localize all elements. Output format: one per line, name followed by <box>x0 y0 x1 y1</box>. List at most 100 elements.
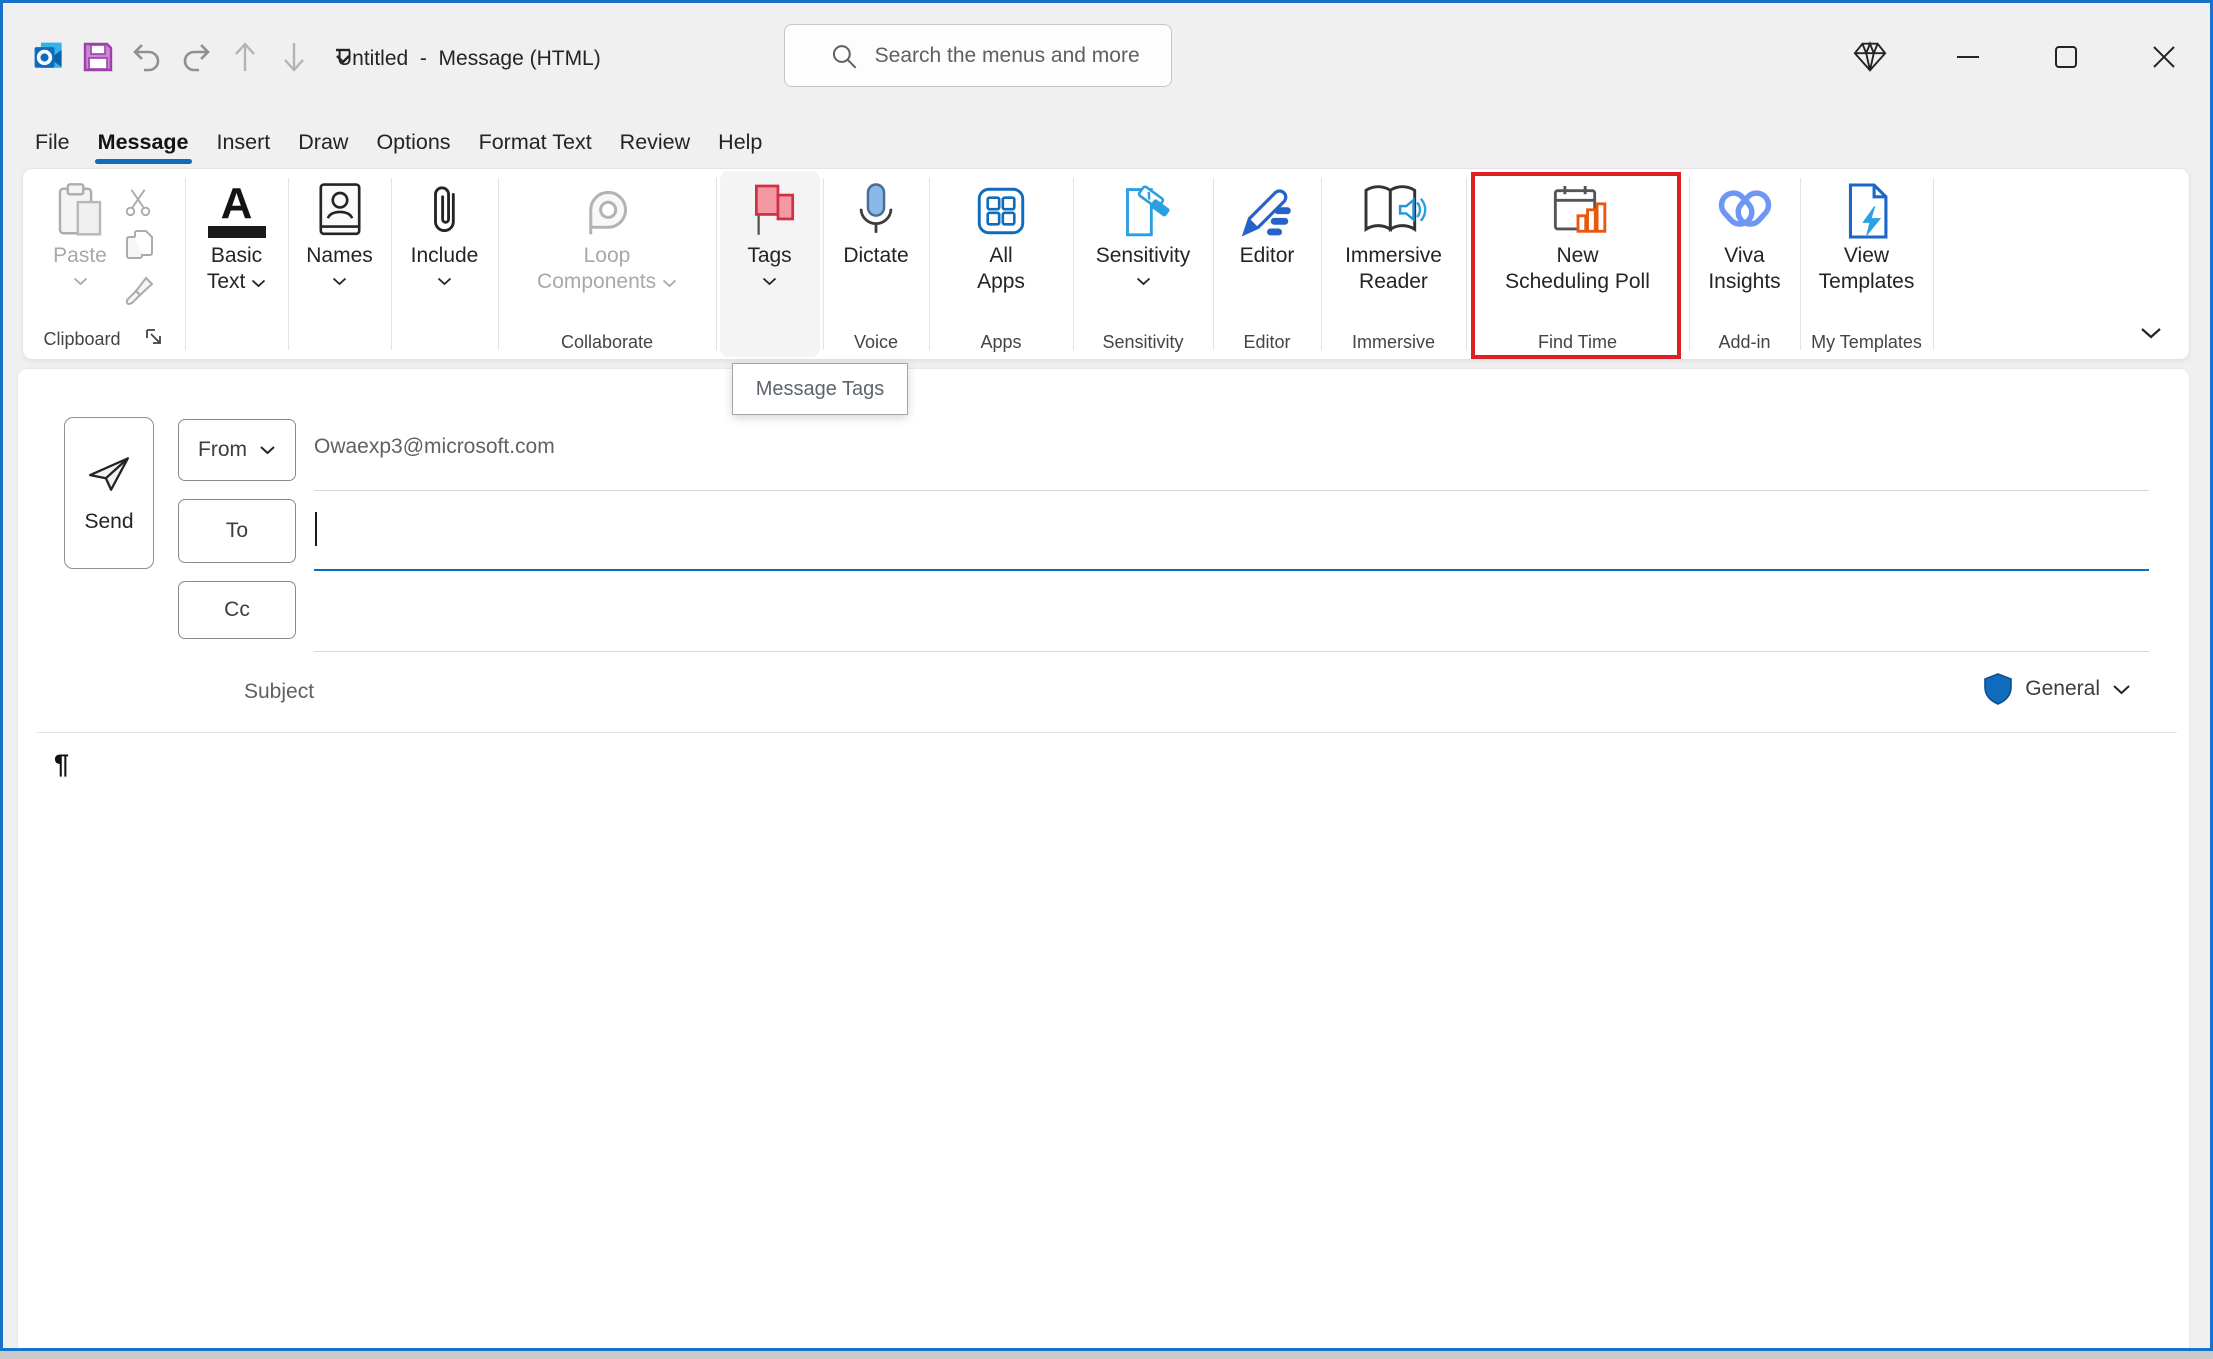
flag-icon <box>754 184 794 235</box>
save-button[interactable] <box>80 37 116 77</box>
search-input[interactable] <box>874 43 1171 68</box>
clipboard-dialog-launcher[interactable] <box>143 326 165 353</box>
my-templates-group-label: My Templates <box>1811 332 1922 352</box>
immersive-reader-icon <box>1364 185 1426 232</box>
sensitivity-button[interactable]: Sensitivity Sensitivity <box>1073 169 1214 359</box>
compose-panel: Send From Owaexp3@microsoft.com To Cc Su… <box>17 368 2190 1348</box>
tab-message[interactable]: Message <box>84 115 203 169</box>
cut-button[interactable] <box>123 187 157 222</box>
ribbon-tabs: File Message Insert Draw Options Format … <box>21 115 776 169</box>
cc-field-underline <box>314 651 2149 652</box>
gem-icon <box>1853 41 1887 72</box>
window-title: Untitled - Message (HTML) <box>337 47 601 70</box>
tab-options[interactable]: Options <box>362 115 464 169</box>
arrow-up-icon <box>235 42 255 71</box>
outlook-logo-icon <box>34 42 62 68</box>
quick-access-toolbar <box>31 37 361 77</box>
find-time-group-label: Find Time <box>1537 332 1618 352</box>
outlook-message-window: Untitled - Message (HTML) Search the men… <box>0 0 2213 1351</box>
viva-insights-button[interactable]: Viva Insights Add-in <box>1689 169 1801 359</box>
close-button[interactable] <box>2146 37 2182 77</box>
search-box[interactable] <box>784 24 1172 87</box>
voice-group-label: Voice <box>853 332 899 352</box>
chevron-down-icon <box>332 277 347 286</box>
ribbon-group-clipboard: Paste Clipboard <box>23 169 186 359</box>
undo-icon <box>133 44 160 72</box>
titlebar: Untitled - Message (HTML) <box>3 3 2210 113</box>
to-field-underline-focused <box>314 569 2149 571</box>
sensitivity-icon <box>1126 185 1170 237</box>
cc-button[interactable]: Cc <box>178 581 296 639</box>
paste-icon <box>58 183 102 236</box>
chevron-down-icon <box>2141 328 2161 339</box>
viva-insights-icon <box>1718 190 1771 227</box>
paste-label: Paste <box>53 244 107 267</box>
editor-pencil-icon <box>1241 189 1291 237</box>
chevron-down-icon <box>437 277 452 286</box>
scheduling-poll-icon <box>1553 185 1606 233</box>
chevron-down-icon <box>662 279 677 288</box>
from-field-underline <box>314 490 2149 491</box>
editor-group-label: Editor <box>1243 332 1291 352</box>
cut-icon <box>125 189 151 217</box>
tags-button[interactable]: Tags <box>716 169 824 359</box>
format-painter-icon <box>125 276 154 305</box>
all-apps-button[interactable]: All Apps Apps <box>929 169 1074 359</box>
new-scheduling-poll-button[interactable]: New Scheduling Poll Find Time <box>1466 169 1690 359</box>
addin-group-label: Add-in <box>1718 332 1771 352</box>
move-down-button[interactable] <box>276 37 312 77</box>
dictate-button[interactable]: Dictate Voice <box>823 169 930 359</box>
copy-button[interactable] <box>123 227 157 268</box>
names-button[interactable]: Names <box>288 169 392 359</box>
message-body[interactable]: ¶ <box>18 733 2189 1348</box>
chevron-down-icon <box>73 277 87 286</box>
send-button[interactable]: Send <box>64 417 154 569</box>
chevron-down-icon <box>2113 684 2130 694</box>
tab-review[interactable]: Review <box>606 115 705 169</box>
to-button[interactable]: To <box>178 499 296 563</box>
from-button[interactable]: From <box>178 419 296 481</box>
copy-icon <box>126 230 153 259</box>
paste-button[interactable]: Paste <box>51 179 109 286</box>
close-icon <box>2153 46 2175 68</box>
dialog-launcher-icon <box>145 329 161 344</box>
collaborate-group-label: Collaborate <box>560 332 654 352</box>
chevron-down-icon <box>260 446 275 455</box>
immersive-reader-button[interactable]: Immersive Reader Immersive <box>1321 169 1467 359</box>
tab-insert[interactable]: Insert <box>203 115 285 169</box>
paragraph-mark: ¶ <box>54 749 70 779</box>
tab-draw[interactable]: Draw <box>284 115 362 169</box>
chevron-down-icon <box>1136 277 1150 286</box>
clipboard-group-label: Clipboard <box>23 326 185 353</box>
templates-icon <box>1848 183 1887 239</box>
editor-button[interactable]: Editor Editor <box>1213 169 1322 359</box>
chevron-down-icon <box>762 277 777 286</box>
tab-format-text[interactable]: Format Text <box>465 115 606 169</box>
outlook-app-icon <box>31 37 67 77</box>
minimize-button[interactable] <box>1950 37 1986 77</box>
collapse-ribbon-button[interactable] <box>2139 326 2163 345</box>
move-up-button[interactable] <box>227 37 263 77</box>
arrow-down-icon <box>284 43 304 72</box>
basic-text-button[interactable]: A Basic Text <box>185 169 289 359</box>
include-button[interactable]: Include <box>391 169 499 359</box>
subject-field[interactable]: Subject <box>244 680 314 704</box>
view-templates-button[interactable]: View Templates My Templates <box>1800 169 1934 359</box>
apps-group-label: Apps <box>980 332 1022 352</box>
loop-icon <box>589 190 628 235</box>
redo-button[interactable] <box>178 37 214 77</box>
shield-icon <box>1984 673 2013 705</box>
microphone-icon <box>859 183 893 233</box>
sensitivity-badge[interactable]: General <box>1983 672 2131 706</box>
tooltip-text: Message Tags <box>755 377 885 400</box>
maximize-button[interactable] <box>2048 37 2084 77</box>
send-label: Send <box>84 510 134 533</box>
premium-features-button[interactable] <box>1852 37 1888 77</box>
tab-file[interactable]: File <box>21 115 84 169</box>
loop-components-button[interactable]: Loop Components Collaborate <box>498 169 717 359</box>
format-painter-button[interactable] <box>123 273 157 310</box>
undo-button[interactable] <box>129 37 165 77</box>
tab-help[interactable]: Help <box>704 115 776 169</box>
sensitivity-label: General <box>2025 677 2100 700</box>
search-icon <box>832 44 857 69</box>
